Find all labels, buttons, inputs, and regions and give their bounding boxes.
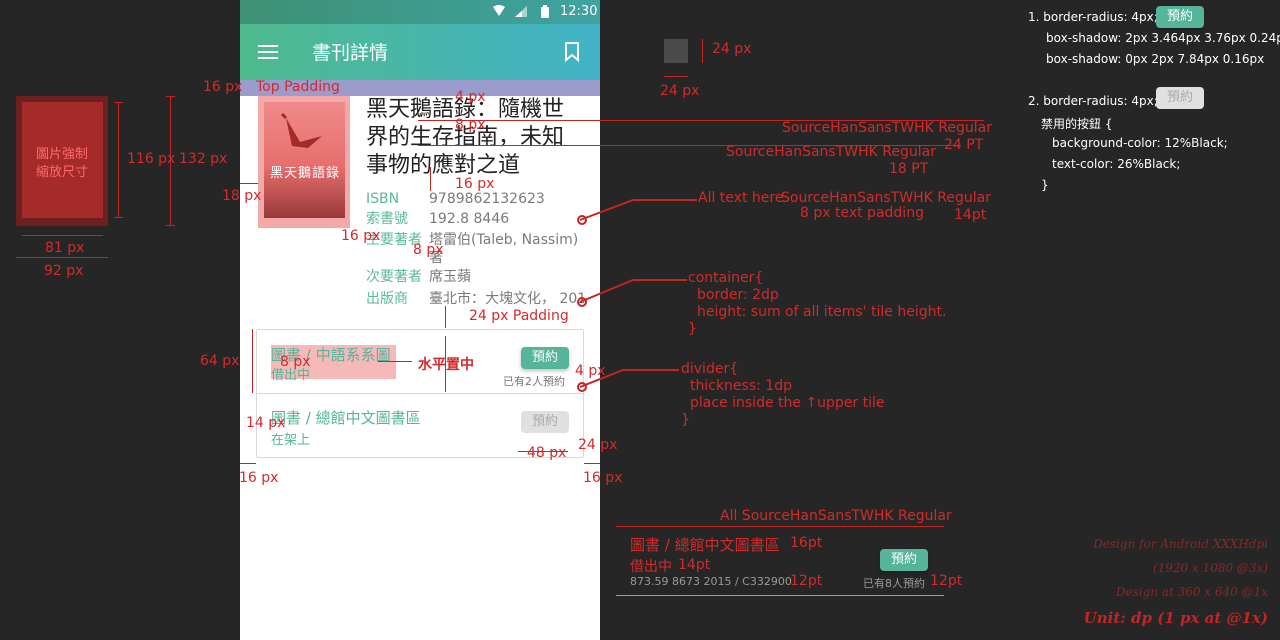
text-size-spec: 14pt: [954, 207, 987, 223]
sample-callno: 873.59 8673 2015 / C332900: [630, 575, 792, 588]
holdings-container: 圖書 / 中語系系圖 借出中 預約 已有2人預約 圖書 / 總館中文圖書區 在架…: [256, 329, 584, 458]
wifi-icon: [492, 4, 506, 22]
book-title: 黑天鵝語錄：隨機世界的生存指南，未知事物的應對之道: [366, 97, 565, 178]
meta-label: 索書號: [366, 211, 408, 227]
meta-row-callno: 索書號 192.8 8446: [366, 209, 509, 229]
btn-spec-2-disabled: 禁用的按鈕 {: [1041, 117, 1113, 131]
meta-label: 出版商: [366, 291, 408, 307]
sample-reserve-button: 預約: [880, 549, 928, 571]
sample-heading: All SourceHanSansTWHK Regular: [720, 508, 952, 524]
text-padding-spec: 8 px text padding: [800, 205, 924, 221]
meta-value: 臺北市：大塊文化， 2011: [429, 291, 584, 307]
icon-size-a: 24 px: [712, 41, 752, 57]
battery-icon: [541, 5, 549, 22]
meta-value: 192.8 8446: [429, 211, 510, 227]
dim-14: 14 px: [246, 415, 286, 431]
top-padding-px: 16 px: [203, 79, 243, 95]
sample-status-size: 14pt: [678, 557, 711, 573]
dim-16e: 16 px: [583, 470, 623, 486]
sample-location: 圖書 / 總館中文圖書區: [630, 536, 780, 554]
dim-4: 4 px: [455, 89, 486, 105]
meta-row-author: 主要著者 塔雷伯(Taleb, Nassim): [366, 230, 578, 250]
bookmark-icon[interactable]: [564, 42, 580, 66]
holding-location: 圖書 / 總館中文圖書區: [271, 409, 421, 427]
divider-spec-thick: thickness: 1dp: [690, 378, 792, 394]
dim-132: 132 px: [179, 151, 228, 167]
padding-24: 24 px Padding: [469, 308, 569, 324]
btn-spec-2-text: text-color: 26%Black;: [1052, 157, 1181, 171]
dim-64: 64 px: [200, 353, 240, 369]
dim-48: 48 px: [527, 445, 567, 461]
reserve-button-disabled[interactable]: 預約: [521, 411, 569, 433]
meta-value: 席玉蘋: [429, 269, 471, 285]
meta-row-isbn: ISBN 9789862132623: [366, 189, 545, 209]
dim-8b: 8 px: [413, 242, 444, 258]
font-sub-size: 18 PT: [889, 161, 929, 177]
btn-spec-2-sample: 預約: [1156, 87, 1204, 109]
sample-reserve-size: 12pt: [930, 573, 963, 589]
top-padding-label: Top Padding: [256, 79, 340, 95]
sample-location-size: 16pt: [790, 535, 823, 551]
container-spec-border: border: 2dp: [697, 287, 779, 303]
meta-row-publisher: 出版商 臺北市：大塊文化， 2011: [366, 289, 584, 309]
design-note-2: (1920 x 1080 @3x): [1152, 561, 1268, 575]
dim-116: 116 px: [127, 151, 176, 167]
dim-18: 18 px: [222, 188, 262, 204]
sample-divider: [616, 595, 944, 596]
dim-16b: 16 px: [455, 176, 495, 192]
annotation-connectors: [577, 199, 697, 392]
sample-callno-size: 12pt: [790, 573, 823, 589]
signal-icon: [514, 5, 528, 22]
page-title: 書刊詳情: [312, 42, 389, 64]
menu-icon[interactable]: [258, 44, 278, 64]
reserve-count: 已有2人預約: [503, 375, 565, 388]
btn-spec-2-bg: background-color: 12%Black;: [1052, 136, 1228, 150]
btn-spec-1-shadow2: box-shadow: 0px 2px 7.84px 0.16px: [1046, 52, 1265, 66]
font-title-spec: SourceHanSansTWHK Regular: [782, 120, 992, 136]
all-text-prefix: All text here: [698, 190, 784, 206]
btn-spec-1-shadow1: box-shadow: 2px 3.464px 3.76px 0.24px: [1046, 31, 1280, 45]
icon-size-sample: [664, 39, 688, 63]
dim-8c: 8 px: [280, 354, 311, 370]
all-text-font: SourceHanSansTWHK Regular: [781, 190, 991, 206]
design-note-4: Unit: dp (1 px at @1x): [1083, 609, 1268, 627]
app-bar: 書刊詳情: [240, 24, 600, 80]
sample-status: 借出中: [630, 559, 672, 575]
meta-row-translator: 次要著者 席玉蘋: [366, 267, 471, 287]
icon-size-b: 24 px: [660, 83, 700, 99]
font-sub-spec: SourceHanSansTWHK Regular: [726, 144, 936, 160]
dim-16c: 16 px: [341, 228, 381, 244]
container-spec-height: height: sum of all items' tile height.: [697, 304, 947, 320]
dim-24b: 24 px: [578, 437, 618, 453]
cover-force-label: 圖片強制 縮放尺寸: [35, 147, 88, 180]
font-title-size: 24 PT: [944, 137, 984, 153]
status-bar: 12:30: [240, 0, 600, 24]
btn-spec-1-sample: 預約: [1156, 6, 1204, 28]
dim-92: 92 px: [44, 263, 84, 279]
btn-spec-2: 2. border-radius: 4px;: [1028, 94, 1158, 108]
meta-label: ISBN: [366, 191, 400, 207]
meta-value: 9789862132623: [429, 191, 545, 207]
reserve-button[interactable]: 預約: [521, 347, 569, 369]
holding-status: 在架上: [271, 433, 311, 448]
sample-reserve-count: 已有8人預約: [863, 577, 925, 590]
design-note-1: Design for Android XXXHdpi: [1093, 537, 1268, 551]
center-vertical: 水平置中: [418, 357, 474, 373]
btn-spec-1: 1. border-radius: 4px;: [1028, 10, 1158, 24]
meta-value: 塔雷伯(Taleb, Nassim): [429, 232, 579, 248]
cover-title: 黑天鵝語錄: [270, 166, 341, 181]
dim-81: 81 px: [45, 240, 85, 256]
dim-16d: 16 px: [239, 470, 279, 486]
design-note-3: Design at 360 x 640 @1x: [1115, 585, 1268, 599]
book-cover-image: 黑天鵝語錄: [264, 102, 345, 218]
status-time: 12:30: [560, 4, 598, 19]
meta-label: 次要著者: [366, 269, 422, 285]
crane-icon: [278, 112, 330, 160]
divider-spec-place: place inside the ↑upper tile: [690, 395, 885, 411]
btn-spec-2-close: }: [1041, 178, 1049, 192]
